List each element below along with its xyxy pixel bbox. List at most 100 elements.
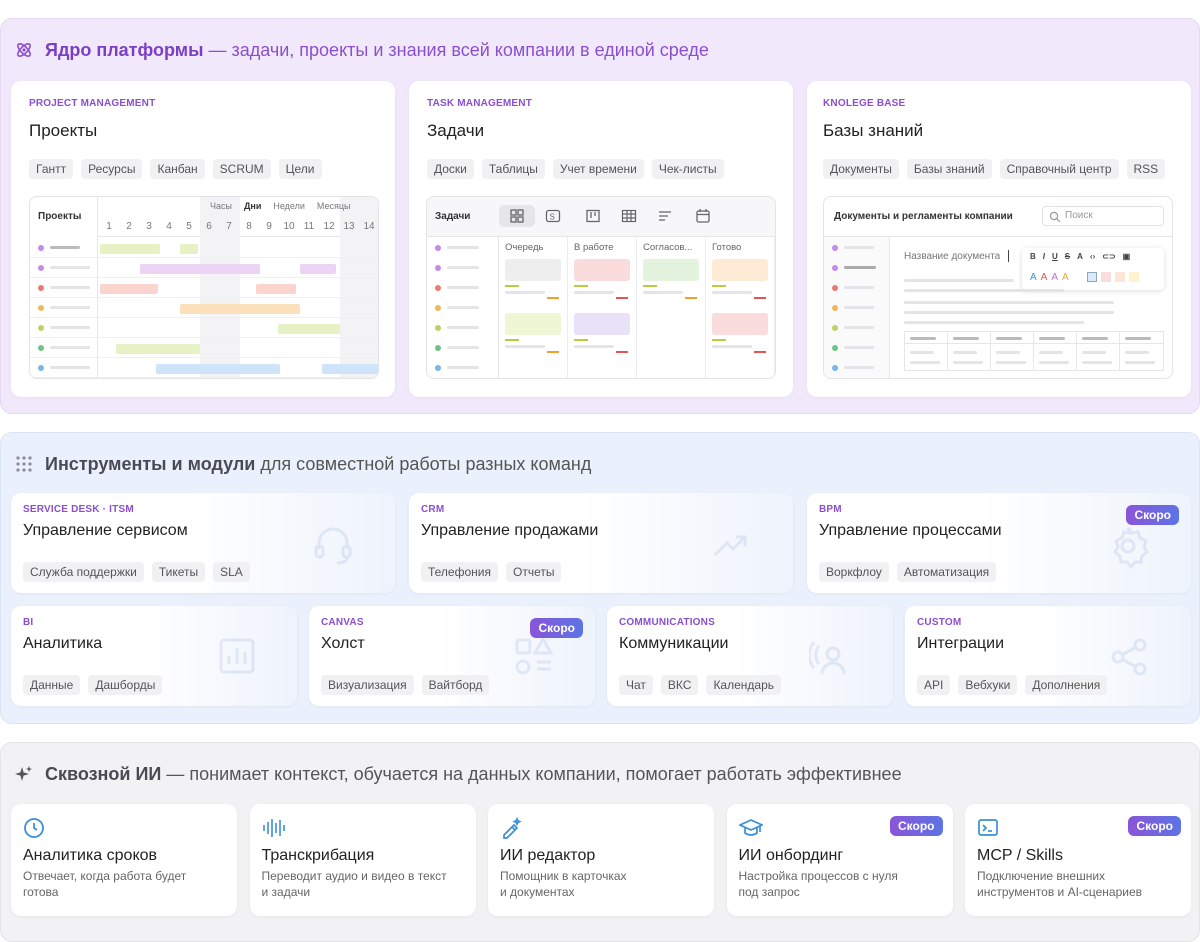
kb-doc-title[interactable]: Название документа — [904, 251, 1000, 262]
ai-feature-card[interactable]: Транскрибация Переводит аудио и видео в т… — [249, 804, 476, 916]
tool-card[interactable]: BI Аналитика Данные Дашборды — [11, 606, 297, 706]
core-platform-section: Ядро платформы — задачи, проекты и знани… — [0, 18, 1200, 414]
gantt-label: Проекты — [38, 211, 82, 222]
kanban-task-card[interactable] — [643, 259, 699, 281]
gantt-bar[interactable] — [322, 364, 378, 374]
table-view-icon[interactable] — [621, 209, 637, 228]
gantt-bar[interactable] — [100, 244, 160, 254]
tag[interactable]: SCRUM — [212, 159, 271, 179]
scale-option[interactable]: Недели — [273, 201, 305, 211]
gantt-bar[interactable] — [180, 244, 198, 254]
tag[interactable]: Доски — [427, 159, 474, 179]
ai-feature-card[interactable]: Аналитика сроков Отвечает, когда работа б… — [11, 804, 237, 916]
ai-feature-card[interactable]: ИИ онбординг Настройка процессов с нуля по… — [726, 804, 953, 916]
tool-card[interactable]: BPM Управление процессами Воркфлоу Автомати… — [807, 493, 1191, 593]
tag[interactable]: Чек-листы — [651, 159, 724, 179]
kanban-task-card[interactable] — [574, 313, 630, 335]
tag[interactable]: Служба поддержки — [23, 562, 144, 582]
kanban-task-card[interactable] — [505, 259, 561, 281]
tag[interactable]: Ресурсы — [81, 159, 143, 179]
kanban-column-title: Согласов... — [643, 242, 693, 253]
atom-icon — [13, 39, 35, 61]
tag[interactable]: Отчеты — [505, 562, 562, 582]
gantt-day: 2 — [126, 221, 132, 232]
gantt-bar[interactable] — [278, 324, 340, 334]
kanban-preview: Задачи S Очередь В работе Согласов... Готов… — [426, 196, 776, 379]
ai-section-heading: Сквозной ИИ — понимает контекст, обучает… — [13, 763, 902, 785]
tag[interactable]: Гантт — [29, 159, 74, 179]
tag[interactable]: Календарь — [706, 675, 782, 695]
tag[interactable]: Вайтборд — [421, 675, 490, 695]
tag[interactable]: Дашборды — [88, 675, 163, 695]
board-view-icon[interactable] — [509, 209, 525, 228]
gantt-bar[interactable] — [256, 284, 296, 294]
tag[interactable]: Вебхуки — [958, 675, 1018, 695]
gantt-bar[interactable] — [100, 284, 158, 294]
knowledge-base-card[interactable]: KNOLEGE BASE Базы знаний Документы Базы … — [807, 81, 1191, 397]
ai-feature-card[interactable]: MCP / Skills Подключение внешних инструмен… — [965, 804, 1191, 916]
tag[interactable]: Данные — [23, 675, 81, 695]
sprint-view-icon[interactable]: S — [545, 209, 561, 228]
columns-view-icon[interactable] — [585, 209, 601, 228]
card-category: COMMUNICATIONS — [619, 617, 715, 628]
scale-option[interactable]: Часы — [210, 201, 232, 211]
tool-card[interactable]: SERVICE DESK · ITSM Управление сервисом Сл… — [11, 493, 395, 593]
kanban-task-card[interactable] — [712, 313, 768, 335]
gantt-bar[interactable] — [300, 264, 336, 274]
tag[interactable]: Телефония — [421, 562, 498, 582]
tag[interactable]: Справочный центр — [999, 159, 1119, 179]
gantt-scale-switcher: Часы Дни Недели Месяцы — [210, 201, 351, 211]
tag[interactable]: Базы знаний — [906, 159, 992, 179]
tag[interactable]: ВКС — [660, 675, 699, 695]
tag-list: Воркфлоу Автоматизация — [819, 562, 997, 582]
tag[interactable]: API — [917, 675, 951, 695]
tag[interactable]: Цели — [278, 159, 322, 179]
tool-card[interactable]: CUSTOM Интеграции API Вебхуки Дополнения — [905, 606, 1191, 706]
kb-search-input[interactable]: Поиск — [1042, 206, 1164, 226]
status-dot — [38, 305, 44, 311]
card-description-line: Помощник в карточках — [500, 869, 627, 883]
kanban-task-card[interactable] — [574, 259, 630, 281]
tag[interactable]: Визуализация — [321, 675, 414, 695]
gantt-bar[interactable] — [180, 304, 300, 314]
tools-section: Инструменты и модули для совместной рабо… — [0, 432, 1200, 724]
card-title: Управление продажами — [421, 522, 599, 539]
tag[interactable]: Документы — [823, 159, 899, 179]
soon-badge: Скоро — [1128, 816, 1181, 836]
graduation-cap-icon — [737, 817, 764, 844]
color-swatches[interactable]: AAAA — [1030, 272, 1139, 283]
gantt-bar[interactable] — [156, 364, 280, 374]
card-title: ИИ онбординг — [738, 847, 844, 864]
kanban-task-card[interactable] — [712, 259, 768, 281]
tool-card[interactable]: CANVAS Холст Визуализация Вайтборд Скоро — [309, 606, 595, 706]
scale-option[interactable]: Месяцы — [317, 201, 351, 211]
tag[interactable]: RSS — [1126, 159, 1166, 179]
gantt-bar[interactable] — [140, 264, 260, 274]
tag[interactable]: Дополнения — [1025, 675, 1108, 695]
tag[interactable]: SLA — [213, 562, 250, 582]
list-view-icon[interactable] — [657, 209, 673, 228]
card-description-line: Настройка процессов с нуля — [738, 869, 898, 883]
ai-section: Сквозной ИИ — понимает контекст, обучает… — [0, 742, 1200, 942]
format-buttons[interactable]: B I U S A ‹› ⊂⊃ ▣ — [1030, 252, 1130, 261]
kanban-task-card[interactable] — [505, 313, 561, 335]
gantt-day: 7 — [226, 221, 232, 232]
calendar-view-icon[interactable] — [695, 208, 711, 229]
tag[interactable]: Таблицы — [481, 159, 545, 179]
tasks-card[interactable]: TASK MANAGEMENT Задачи Доски Таблицы Уче… — [409, 81, 793, 397]
gantt-day: 11 — [303, 221, 315, 232]
gantt-bar[interactable] — [116, 344, 200, 354]
tag[interactable]: Тикеты — [151, 562, 206, 582]
tool-card[interactable]: COMMUNICATIONS Коммуникации Чат ВКС Календар… — [607, 606, 893, 706]
projects-card[interactable]: PROJECT MANAGEMENT Проекты Гантт Ресурсы… — [11, 81, 395, 397]
tag[interactable]: Учет времени — [552, 159, 644, 179]
tag[interactable]: Чат — [619, 675, 653, 695]
kanban-column-title: Очередь — [505, 242, 544, 253]
tag-list: Гантт Ресурсы Канбан SCRUM Цели — [29, 159, 322, 179]
scale-option[interactable]: Дни — [244, 201, 261, 211]
ai-feature-card[interactable]: ИИ редактор Помощник в карточках и докумен… — [488, 804, 714, 916]
tool-card[interactable]: CRM Управление продажами Телефония Отчеты — [409, 493, 793, 593]
tag[interactable]: Канбан — [150, 159, 205, 179]
tag[interactable]: Воркфлоу — [819, 562, 889, 582]
tag[interactable]: Автоматизация — [896, 562, 997, 582]
